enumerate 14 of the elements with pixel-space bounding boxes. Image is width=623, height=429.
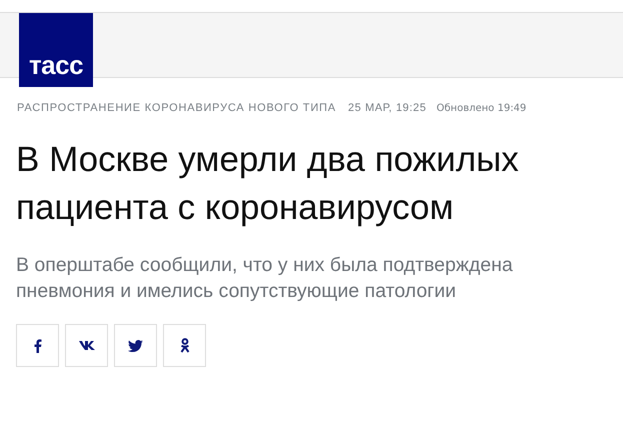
facebook-icon xyxy=(34,338,42,352)
updated-time: Обновлено 19:49 xyxy=(436,103,526,114)
lead-text: В оперштабе сообщили, что у них была подтверждена пневмония и имелись сопутствующие патологии xyxy=(16,253,514,304)
vk-icon xyxy=(78,341,94,350)
publish-date: 25 МАР, 19:25 xyxy=(348,102,426,114)
headline: В Москве умерли два пожилых пациента с коронавирусом xyxy=(16,139,520,229)
ok-icon xyxy=(180,338,190,353)
bird-icon xyxy=(128,340,143,352)
rubric-link[interactable]: РАСПРОСТРАНЕНИЕ КОРОНАВИРУСА НОВОГО ТИПА xyxy=(17,102,336,114)
ok-share-button[interactable] xyxy=(163,324,206,367)
facebook-share-button[interactable] xyxy=(16,324,59,367)
vk-share-button[interactable] xyxy=(65,324,108,367)
twitter-share-button[interactable] xyxy=(114,324,157,367)
tass-logo[interactable]: тасс xyxy=(19,13,93,87)
